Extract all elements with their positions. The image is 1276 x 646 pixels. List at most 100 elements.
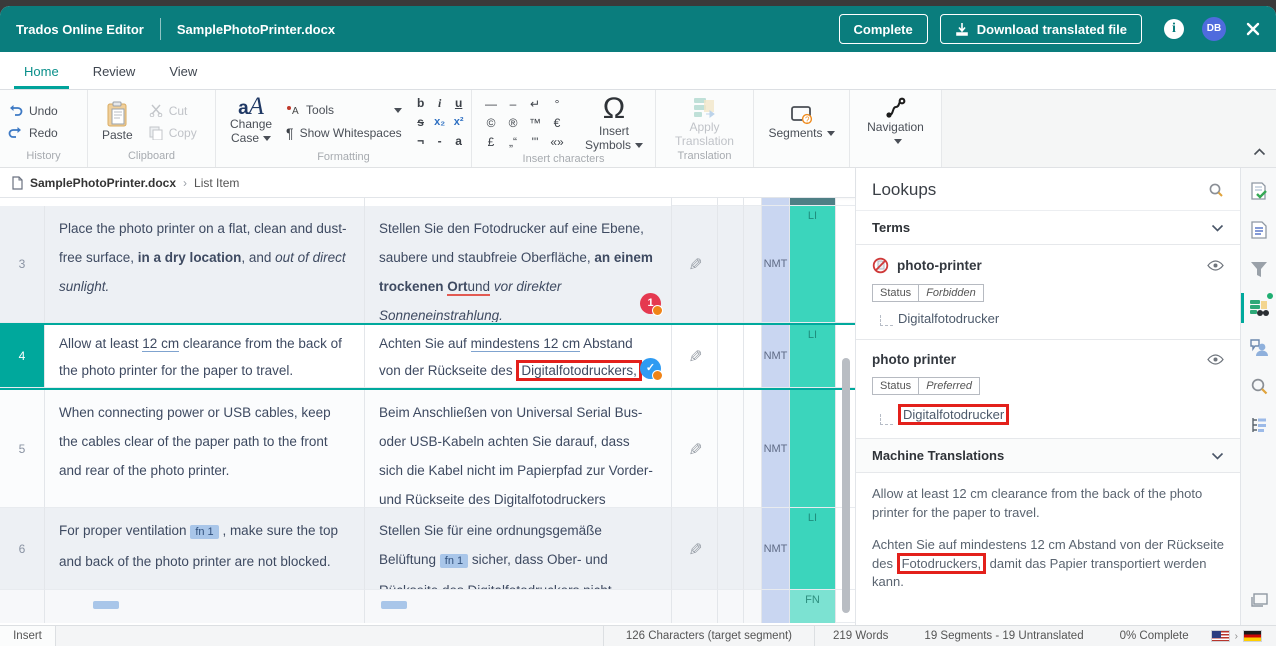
target-segment[interactable]: Stellen Sie den Fotodrucker auf eine Ebe… — [365, 206, 672, 323]
edit-cell[interactable]: ✎ — [672, 325, 718, 388]
target-segment[interactable] — [365, 590, 672, 623]
term-name: photo-printer — [897, 258, 1199, 273]
match-origin-nmt: NMT — [762, 390, 790, 508]
layout-window-icon[interactable] — [1248, 589, 1270, 611]
app-header: Trados Online Editor SamplePhotoPrinter.… — [0, 6, 1276, 52]
change-case-button[interactable]: aA Change Case — [224, 100, 278, 145]
user-avatar[interactable]: DB — [1202, 17, 1226, 41]
ribbon-group-history: Undo Redo History — [0, 90, 88, 167]
italic-button[interactable]: i — [431, 94, 449, 112]
source-segment[interactable]: When connecting power or USB cables, kee… — [45, 390, 365, 508]
chevron-down-icon — [1211, 452, 1224, 460]
ribbon-group-clipboard: Paste Cut Copy Clipboard — [88, 90, 216, 167]
document-icon — [12, 176, 23, 190]
search-icon[interactable] — [1208, 182, 1224, 198]
subscript-button[interactable]: x₂ — [431, 113, 449, 131]
download-icon — [955, 22, 969, 36]
show-whitespaces-button[interactable]: ¶ Show Whitespaces — [286, 125, 402, 141]
undo-icon — [8, 104, 23, 117]
edit-cell[interactable]: ✎ — [672, 390, 718, 508]
eye-icon[interactable] — [1207, 260, 1224, 271]
en-dash-button[interactable]: – — [502, 95, 524, 114]
optional-hyphen-button[interactable]: ¬ — [412, 132, 430, 150]
hyphen-button[interactable]: - — [431, 132, 449, 150]
trademark-button[interactable]: ™ — [524, 114, 546, 133]
qa-check-icon[interactable] — [1248, 180, 1270, 202]
edit-cell[interactable]: ✎ — [672, 206, 718, 323]
filter-icon[interactable] — [1248, 258, 1270, 280]
source-segment[interactable]: Place the photo printer on a flat, clean… — [45, 206, 365, 323]
confirmed-badge[interactable]: ✓ — [640, 358, 661, 379]
vertical-scrollbar[interactable] — [842, 358, 850, 613]
ribbon-group-insert-characters: — – ↵ ° © ® ™ € £ „“ ''' «» Ω Insert Sym… — [472, 90, 656, 167]
euro-button[interactable]: € — [546, 114, 568, 133]
mt-target-text: Achten Sie auf mindestens 12 cm Abstand … — [872, 536, 1224, 593]
tools-icon: A — [286, 104, 300, 116]
registered-button[interactable]: ® — [502, 114, 524, 133]
navigation-menu[interactable]: Navigation — [858, 96, 933, 148]
complete-button[interactable]: Complete — [839, 14, 928, 44]
degree-button[interactable]: ° — [546, 95, 568, 114]
em-dash-button[interactable]: — — [480, 95, 502, 114]
target-segment[interactable]: Achten Sie auf mindestens 12 cm Abstand … — [365, 325, 672, 388]
segment-row-6: 6 For proper ventilation fn 1 , make sur… — [0, 508, 855, 590]
insert-symbols-button[interactable]: Ω Insert Symbols — [576, 94, 652, 152]
preview-document-icon[interactable] — [1248, 219, 1270, 241]
strikethrough-button[interactable]: s — [412, 113, 430, 131]
status-bar: Insert 126 Characters (target segment) 2… — [0, 625, 1276, 646]
apostrophes-button[interactable]: ''' — [524, 133, 546, 152]
target-segment[interactable]: Beim Anschließen von Universal Serial Bu… — [365, 390, 672, 508]
source-segment[interactable]: Allow at least 12 cm clearance from the … — [45, 325, 365, 388]
ribbon-group-formatting: aA Change Case A Tools ¶ Show Whitespace… — [216, 90, 472, 167]
term-lookup-icon[interactable] — [1248, 297, 1270, 319]
target-segment[interactable]: Stellen Sie für eine ordnungsgemäße Belü… — [365, 508, 672, 590]
breadcrumb-file[interactable]: SamplePhotoPrinter.docx — [30, 176, 176, 190]
eye-icon[interactable] — [1207, 354, 1224, 365]
tab-home[interactable]: Home — [14, 55, 69, 89]
edit-cell[interactable]: ✎ — [672, 508, 718, 590]
terms-section-header[interactable]: Terms — [856, 211, 1240, 245]
search-sidebar-icon[interactable] — [1248, 375, 1270, 397]
machine-translations-header[interactable]: Machine Translations — [856, 439, 1240, 473]
segment-row-5: 5 When connecting power or USB cables, k… — [0, 390, 855, 508]
line-break-button[interactable]: ↵ — [524, 95, 546, 114]
copy-button[interactable]: Copy — [149, 126, 197, 140]
info-icon[interactable]: i — [1164, 19, 1184, 39]
segment-count: 19 Segments - 19 Untranslated — [906, 630, 1101, 642]
forbidden-icon — [872, 257, 889, 274]
paste-button[interactable]: Paste — [96, 101, 139, 142]
tab-view[interactable]: View — [159, 55, 207, 89]
tab-review[interactable]: Review — [83, 55, 146, 89]
redo-button[interactable]: Redo — [8, 126, 58, 140]
lookups-title: Lookups — [872, 180, 936, 200]
segments-menu[interactable]: ? Segments — [762, 104, 840, 140]
segment-number: 6 — [0, 508, 45, 590]
copyright-button[interactable]: © — [480, 114, 502, 133]
apply-translation-button[interactable]: Apply Translation — [663, 96, 747, 148]
translation-editor: SamplePhotoPrinter.docx › List Item 3 Pl… — [0, 168, 855, 625]
change-case-icon: aA — [238, 100, 264, 117]
close-icon[interactable] — [1246, 22, 1260, 36]
apply-translation-icon — [692, 96, 718, 120]
source-segment[interactable] — [45, 590, 365, 623]
collapse-ribbon-icon[interactable] — [1253, 143, 1266, 161]
comments-icon[interactable] — [1248, 336, 1270, 358]
language-pair: › — [1207, 630, 1276, 642]
tools-menu[interactable]: A Tools — [286, 103, 402, 117]
source-segment[interactable]: For proper ventilation fn 1 , make sure … — [45, 508, 365, 590]
term-entry: photo-printer StatusForbidden Digitalfot… — [856, 245, 1240, 340]
underline-button[interactable]: u — [450, 94, 468, 112]
pencil-icon: ✎ — [685, 349, 705, 363]
guillemets-button[interactable]: «» — [546, 133, 568, 152]
cut-button[interactable]: Cut — [149, 104, 197, 118]
bold-button[interactable]: b — [412, 94, 430, 112]
error-count-badge[interactable]: 1 — [640, 293, 661, 314]
low-quotes-button[interactable]: „“ — [502, 133, 524, 152]
segment-number: 4 — [0, 325, 45, 388]
clear-formatting-button[interactable]: a — [450, 132, 468, 150]
structure-tree-icon[interactable] — [1248, 414, 1270, 436]
download-translated-file-button[interactable]: Download translated file — [940, 14, 1142, 44]
undo-button[interactable]: Undo — [8, 104, 58, 118]
superscript-button[interactable]: x² — [450, 113, 468, 131]
pound-button[interactable]: £ — [480, 133, 502, 152]
